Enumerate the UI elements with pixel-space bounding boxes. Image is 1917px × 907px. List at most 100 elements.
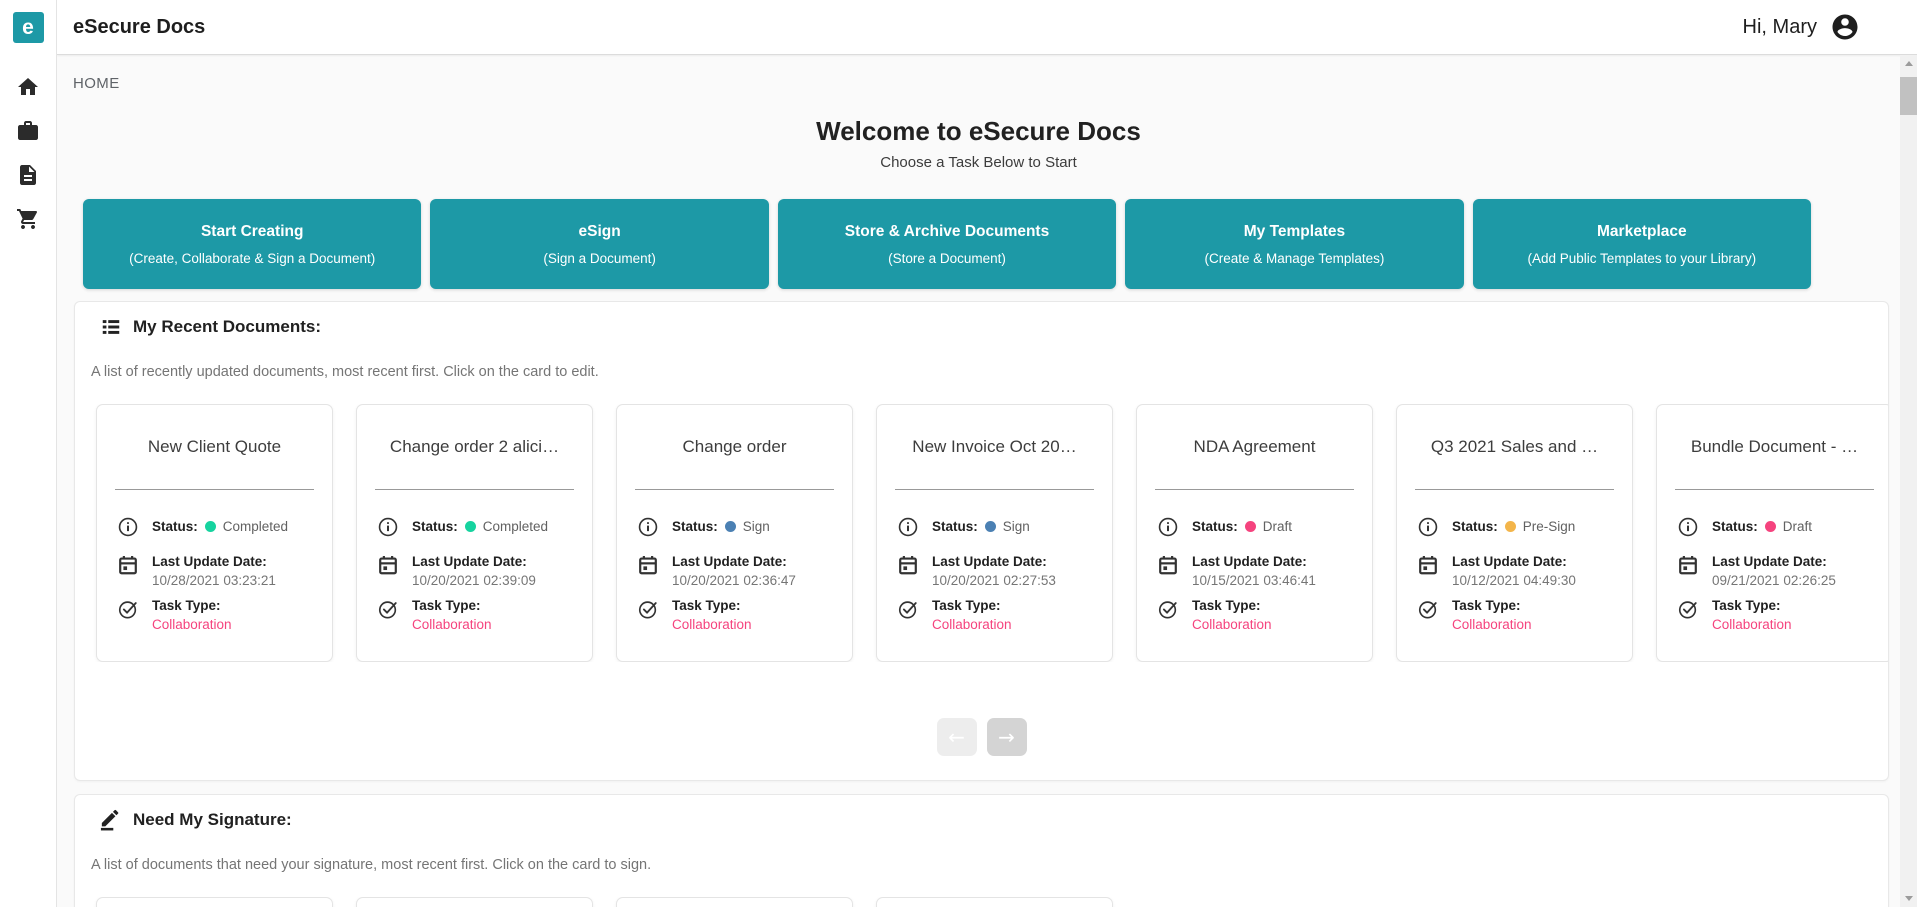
home-icon[interactable] bbox=[16, 75, 40, 99]
calendar-icon bbox=[1417, 554, 1439, 576]
status-value: Sign bbox=[743, 519, 770, 534]
task-check-icon bbox=[637, 598, 659, 620]
sidebar-nav bbox=[0, 75, 56, 231]
last-update-label: Last Update Date: bbox=[1452, 554, 1576, 569]
my-templates-button[interactable]: My Templates (Create & Manage Templates) bbox=[1125, 199, 1463, 289]
status-dot bbox=[1505, 521, 1516, 532]
last-update-value: 10/12/2021 04:49:30 bbox=[1452, 573, 1576, 588]
status-dot bbox=[985, 521, 996, 532]
store-archive-button[interactable]: Store & Archive Documents (Store a Docum… bbox=[778, 199, 1116, 289]
work-icon[interactable] bbox=[16, 119, 40, 143]
task-type-link[interactable]: Collaboration bbox=[1712, 617, 1792, 632]
task-type-label: Task Type: bbox=[1452, 598, 1532, 613]
document-title: Q3 2021 Sales and … bbox=[1397, 437, 1632, 457]
task-check-icon bbox=[1157, 598, 1179, 620]
signature-document-card[interactable] bbox=[876, 897, 1113, 907]
task-type-label: Task Type: bbox=[1192, 598, 1272, 613]
calendar-icon bbox=[377, 554, 399, 576]
recent-documents-header: My Recent Documents: bbox=[75, 316, 1888, 338]
status-dot bbox=[205, 521, 216, 532]
document-title: Change order 2 alici… bbox=[357, 437, 592, 457]
status-label: Status: bbox=[1452, 519, 1498, 534]
app-title: eSecure Docs bbox=[73, 16, 205, 39]
last-update-label: Last Update Date: bbox=[1712, 554, 1836, 569]
document-card[interactable]: Change order Status: Sign bbox=[616, 404, 853, 662]
task-type-label: Task Type: bbox=[1712, 598, 1792, 613]
status-label: Status: bbox=[932, 519, 978, 534]
page-title: Welcome to eSecure Docs bbox=[57, 116, 1900, 147]
scroll-down-arrow[interactable] bbox=[1900, 890, 1917, 907]
top-bar: eSecure Docs Hi, Mary bbox=[57, 0, 1917, 55]
sidebar: e bbox=[0, 0, 57, 907]
signature-document-card[interactable] bbox=[356, 897, 593, 907]
status-value: Pre-Sign bbox=[1523, 519, 1576, 534]
marketplace-button[interactable]: Marketplace (Add Public Templates to you… bbox=[1473, 199, 1811, 289]
task-type-link[interactable]: Collaboration bbox=[412, 617, 492, 632]
document-card[interactable]: New Invoice Oct 20… Status: Sign bbox=[876, 404, 1113, 662]
start-creating-button[interactable]: Start Creating (Create, Collaborate & Si… bbox=[83, 199, 421, 289]
task-type-label: Task Type: bbox=[412, 598, 492, 613]
user-menu[interactable]: Hi, Mary bbox=[1743, 12, 1860, 42]
vertical-scrollbar[interactable] bbox=[1900, 55, 1917, 907]
signature-document-card[interactable] bbox=[616, 897, 853, 907]
task-check-icon bbox=[1417, 598, 1439, 620]
document-card[interactable]: Bundle Document - … Status: Draft bbox=[1656, 404, 1888, 662]
task-type-link[interactable]: Collaboration bbox=[152, 617, 232, 632]
document-card[interactable]: Q3 2021 Sales and … Status: Pre-Sign bbox=[1396, 404, 1633, 662]
last-update-label: Last Update Date: bbox=[672, 554, 796, 569]
documents-icon[interactable] bbox=[16, 163, 40, 187]
recent-documents-title: My Recent Documents: bbox=[133, 317, 321, 337]
info-icon bbox=[897, 516, 919, 538]
last-update-label: Last Update Date: bbox=[152, 554, 276, 569]
status-label: Status: bbox=[1192, 519, 1238, 534]
task-type-label: Task Type: bbox=[152, 598, 232, 613]
info-icon bbox=[117, 516, 139, 538]
carousel-prev-button[interactable]: ← bbox=[937, 718, 977, 756]
task-check-icon bbox=[1677, 598, 1699, 620]
cart-icon[interactable] bbox=[16, 207, 40, 231]
last-update-value: 10/20/2021 02:39:09 bbox=[412, 573, 536, 588]
carousel-next-button[interactable]: → bbox=[987, 718, 1027, 756]
document-title: New Invoice Oct 20… bbox=[877, 437, 1112, 457]
task-check-icon bbox=[117, 598, 139, 620]
arrow-right-icon: → bbox=[998, 725, 1015, 749]
card-divider bbox=[895, 489, 1094, 490]
document-title: New Client Quote bbox=[97, 437, 332, 457]
card-divider bbox=[1675, 489, 1874, 490]
task-type-link[interactable]: Collaboration bbox=[672, 617, 752, 632]
document-title: Change order bbox=[617, 437, 852, 457]
status-dot bbox=[1245, 521, 1256, 532]
status-label: Status: bbox=[1712, 519, 1758, 534]
info-icon bbox=[1677, 516, 1699, 538]
task-check-icon bbox=[897, 598, 919, 620]
last-update-value: 10/15/2021 03:46:41 bbox=[1192, 573, 1316, 588]
document-card[interactable]: New Client Quote Status: Completed bbox=[96, 404, 333, 662]
task-buttons-row: Start Creating (Create, Collaborate & Si… bbox=[83, 199, 1811, 289]
task-check-icon bbox=[377, 598, 399, 620]
carousel-nav: ← → bbox=[75, 718, 1888, 756]
task-type-link[interactable]: Collaboration bbox=[1452, 617, 1532, 632]
page-subtitle: Choose a Task Below to Start bbox=[57, 154, 1900, 171]
scroll-up-arrow[interactable] bbox=[1900, 55, 1917, 72]
last-update-value: 10/20/2021 02:27:53 bbox=[932, 573, 1056, 588]
need-signature-header: Need My Signature: bbox=[75, 809, 1888, 831]
status-label: Status: bbox=[672, 519, 718, 534]
scrollbar-thumb[interactable] bbox=[1900, 77, 1917, 115]
breadcrumb: HOME bbox=[73, 75, 1900, 92]
task-type-link[interactable]: Collaboration bbox=[932, 617, 1012, 632]
account-circle-icon[interactable] bbox=[1830, 12, 1860, 42]
signature-pen-icon bbox=[100, 809, 122, 831]
task-type-link[interactable]: Collaboration bbox=[1192, 617, 1272, 632]
signature-document-card[interactable] bbox=[96, 897, 333, 907]
calendar-icon bbox=[1677, 554, 1699, 576]
status-dot bbox=[1765, 521, 1776, 532]
calendar-icon bbox=[1157, 554, 1179, 576]
last-update-value: 10/28/2021 03:23:21 bbox=[152, 573, 276, 588]
task-type-label: Task Type: bbox=[672, 598, 752, 613]
document-card[interactable]: NDA Agreement Status: Draft bbox=[1136, 404, 1373, 662]
document-card[interactable]: Change order 2 alici… Status: Completed bbox=[356, 404, 593, 662]
app-logo[interactable]: e bbox=[13, 12, 44, 43]
esign-button[interactable]: eSign (Sign a Document) bbox=[430, 199, 768, 289]
recent-documents-description: A list of recently updated documents, mo… bbox=[91, 364, 1888, 380]
recent-documents-card-row: New Client Quote Status: Completed bbox=[75, 404, 1888, 662]
